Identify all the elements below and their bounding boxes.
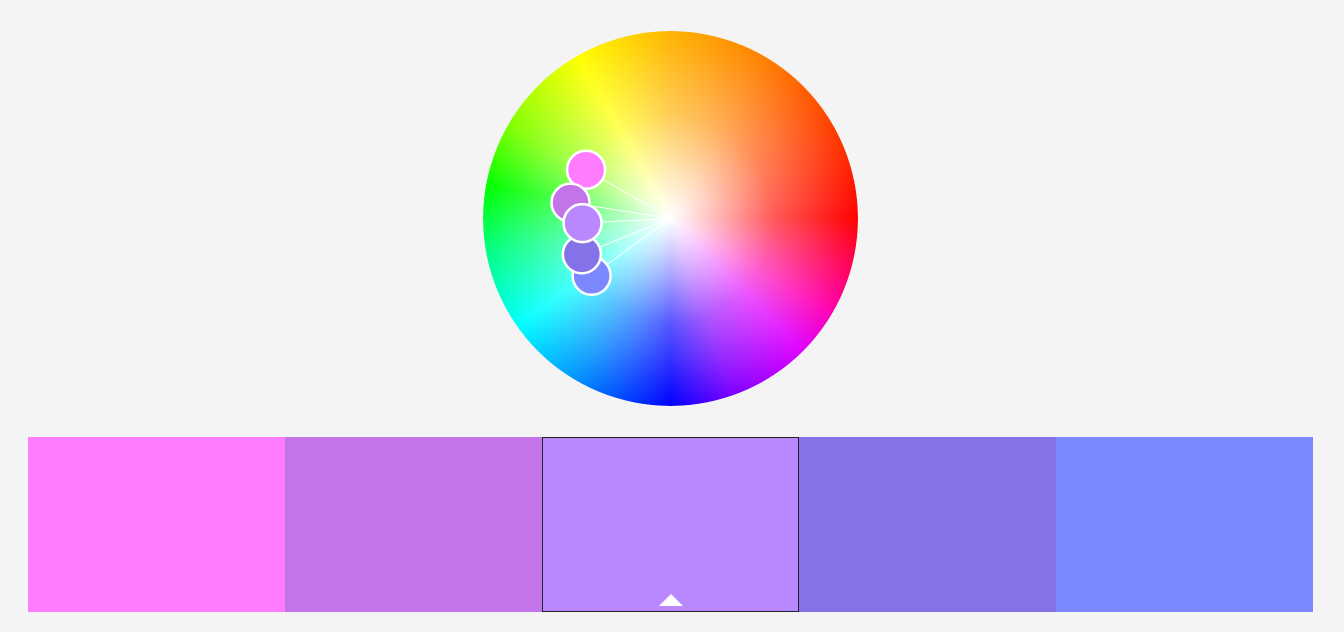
swatch-hex-value: #C274E8 <box>285 437 286 438</box>
swatch-hex-value: #FF7CFF <box>28 437 29 438</box>
caret-up-icon <box>658 594 683 606</box>
swatch-hex-value: #7C88FF <box>1056 437 1057 438</box>
palette-swatches: #FF7CFF #C274E8 #B988FE #8472E8 #7C88FF <box>28 437 1313 612</box>
palette-swatch-4[interactable]: #8472E8 <box>799 437 1056 612</box>
palette-swatch-1[interactable]: #FF7CFF <box>28 437 285 612</box>
color-wheel-handles <box>550 149 671 297</box>
palette-swatch-2[interactable]: #C274E8 <box>285 437 542 612</box>
palette-swatch-3[interactable]: #B988FE <box>542 437 799 612</box>
color-palette-editor: #FF7CFF #C274E8 #B988FE #8472E8 #7C88FF <box>0 0 1344 632</box>
swatch-hex-value: #B988FE <box>543 438 544 439</box>
palette-swatch-5[interactable]: #7C88FF <box>1056 437 1313 612</box>
color-handle-3[interactable] <box>562 202 603 244</box>
swatch-hex-value: #8472E8 <box>799 437 800 438</box>
